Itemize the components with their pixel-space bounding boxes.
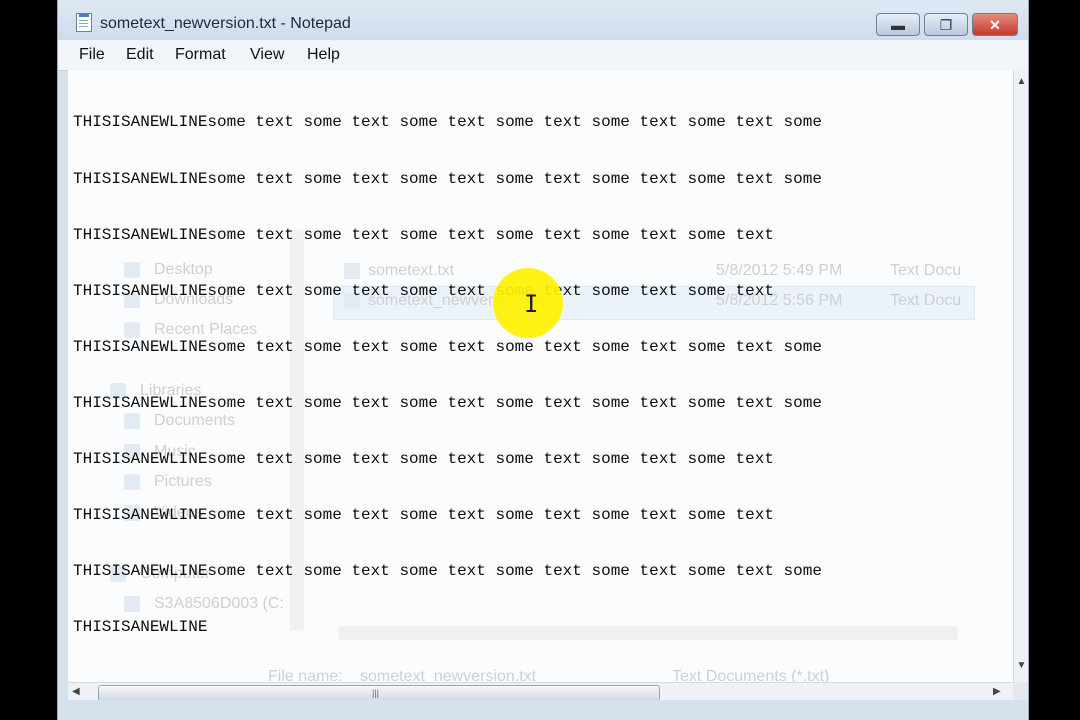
menu-format[interactable]: Format bbox=[175, 46, 226, 64]
window-title: sometext_newversion.txt - Notepad bbox=[100, 15, 351, 32]
scroll-up-arrow-icon[interactable]: ▲ bbox=[1014, 76, 1028, 87]
text-line[interactable]: THISISANEWLINEsome text some text some t… bbox=[73, 338, 822, 357]
maximize-button[interactable]: ❐ bbox=[924, 13, 968, 36]
horizontal-scrollbar[interactable]: ◀ ||| ▶ bbox=[68, 682, 1013, 701]
grip-icon: ||| bbox=[372, 688, 380, 698]
scroll-right-arrow-icon[interactable]: ▶ bbox=[993, 686, 1001, 697]
text-line[interactable]: THISISANEWLINE bbox=[73, 618, 822, 637]
close-button[interactable]: ✕ bbox=[972, 13, 1018, 36]
vertical-scrollbar[interactable]: ▲ ▼ bbox=[1013, 70, 1028, 682]
text-line[interactable]: THISISANEWLINEsome text some text some t… bbox=[73, 170, 822, 189]
text-line[interactable]: THISISANEWLINEsome text some text some t… bbox=[73, 394, 822, 413]
notepad-icon[interactable] bbox=[76, 13, 92, 32]
file-type: Text Docu bbox=[890, 292, 962, 309]
minimize-button[interactable]: ▬ bbox=[876, 13, 920, 36]
text-line[interactable]: THISISANEWLINEsome text some text some t… bbox=[73, 226, 822, 245]
text-line[interactable]: THISISANEWLINEsome text some text some t… bbox=[73, 506, 822, 525]
menu-edit[interactable]: Edit bbox=[126, 46, 154, 64]
text-line[interactable]: THISISANEWLINEsome text some text some t… bbox=[73, 113, 822, 132]
window-bottom-frame bbox=[58, 700, 1028, 720]
notepad-window: sometext_newversion.txt - Notepad ▬ ❐ ✕ … bbox=[57, 0, 1029, 720]
text-line[interactable]: THISISANEWLINEsome text some text some t… bbox=[73, 282, 822, 301]
scroll-down-arrow-icon[interactable]: ▼ bbox=[1014, 660, 1028, 671]
horizontal-scroll-thumb[interactable]: ||| bbox=[98, 685, 660, 701]
menu-bar: File Edit Format View Help bbox=[58, 40, 1028, 71]
ibeam-cursor-icon: I bbox=[524, 290, 539, 318]
text-editor-area[interactable]: Desktop Downloads Recent Places Librarie… bbox=[68, 70, 1013, 682]
menu-view[interactable]: View bbox=[250, 46, 284, 64]
menu-file[interactable]: File bbox=[79, 46, 105, 64]
title-bar[interactable]: sometext_newversion.txt - Notepad ▬ ❐ ✕ bbox=[58, 0, 1028, 40]
menu-help[interactable]: Help bbox=[307, 46, 340, 64]
text-line[interactable]: THISISANEWLINEsome text some text some t… bbox=[73, 562, 822, 581]
text-content[interactable]: THISISANEWLINEsome text some text some t… bbox=[73, 76, 822, 674]
resize-grip[interactable] bbox=[1013, 682, 1028, 700]
file-type: Text Docu bbox=[890, 262, 962, 279]
text-line[interactable]: THISISANEWLINEsome text some text some t… bbox=[73, 450, 822, 469]
scroll-left-arrow-icon[interactable]: ◀ bbox=[72, 686, 80, 697]
